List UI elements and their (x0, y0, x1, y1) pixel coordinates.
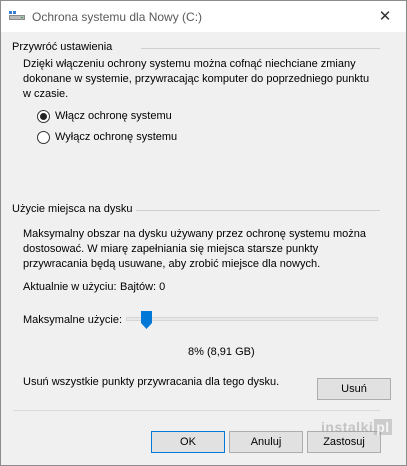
restore-settings-divider (141, 48, 380, 49)
max-usage-slider-thumb[interactable] (140, 311, 152, 329)
watermark-suffix: pl (374, 419, 392, 435)
system-protection-dialog: Ochrona systemu dla Nowy (C:) ✕ Przywróć… (0, 0, 407, 466)
disk-usage-description: Maksymalny obszar na dysku używany przez… (23, 228, 366, 270)
enable-protection-radio[interactable]: Włącz ochronę systemu (37, 108, 172, 124)
footer-divider (13, 410, 380, 411)
radio-button-checked[interactable] (37, 109, 50, 123)
current-usage-value: Bajtów: 0 (120, 281, 166, 293)
disable-protection-radio[interactable]: Wyłącz ochronę systemu (37, 129, 177, 145)
drive-icon (9, 11, 25, 20)
max-usage-label: Maksymalne użycie: (23, 314, 123, 326)
radio-button[interactable] (37, 130, 50, 144)
ok-button[interactable]: OK (151, 431, 225, 453)
disable-protection-label: Wyłącz ochronę systemu (55, 131, 178, 143)
max-usage-readout: 8% (8,91 GB) (188, 346, 255, 358)
disk-usage-label: Użycie miejsca na dysku (12, 203, 133, 215)
delete-button[interactable]: Usuń (317, 378, 391, 400)
current-usage-label: Aktualnie w użyciu: (23, 281, 117, 293)
restore-settings-description: Dzięki włączeniu ochrony systemu można c… (23, 58, 370, 100)
close-button[interactable]: ✕ (370, 5, 400, 27)
close-icon: ✕ (378, 8, 392, 25)
enable-protection-label: Włącz ochronę systemu (55, 110, 172, 122)
window-title: Ochrona systemu dla Nowy (C:) (32, 10, 203, 24)
watermark-logo: instalki pl (321, 419, 392, 435)
delete-restore-points-text: Usuń wszystkie punkty przywracania dla t… (23, 376, 280, 388)
max-usage-slider-track[interactable] (126, 317, 378, 321)
title-bar: Ochrona systemu dla Nowy (C:) ✕ (1, 1, 406, 32)
restore-settings-label: Przywróć ustawienia (12, 41, 113, 53)
watermark-text: instalki (321, 419, 374, 435)
cancel-button[interactable]: Anuluj (229, 431, 303, 453)
disk-usage-divider (136, 210, 380, 211)
